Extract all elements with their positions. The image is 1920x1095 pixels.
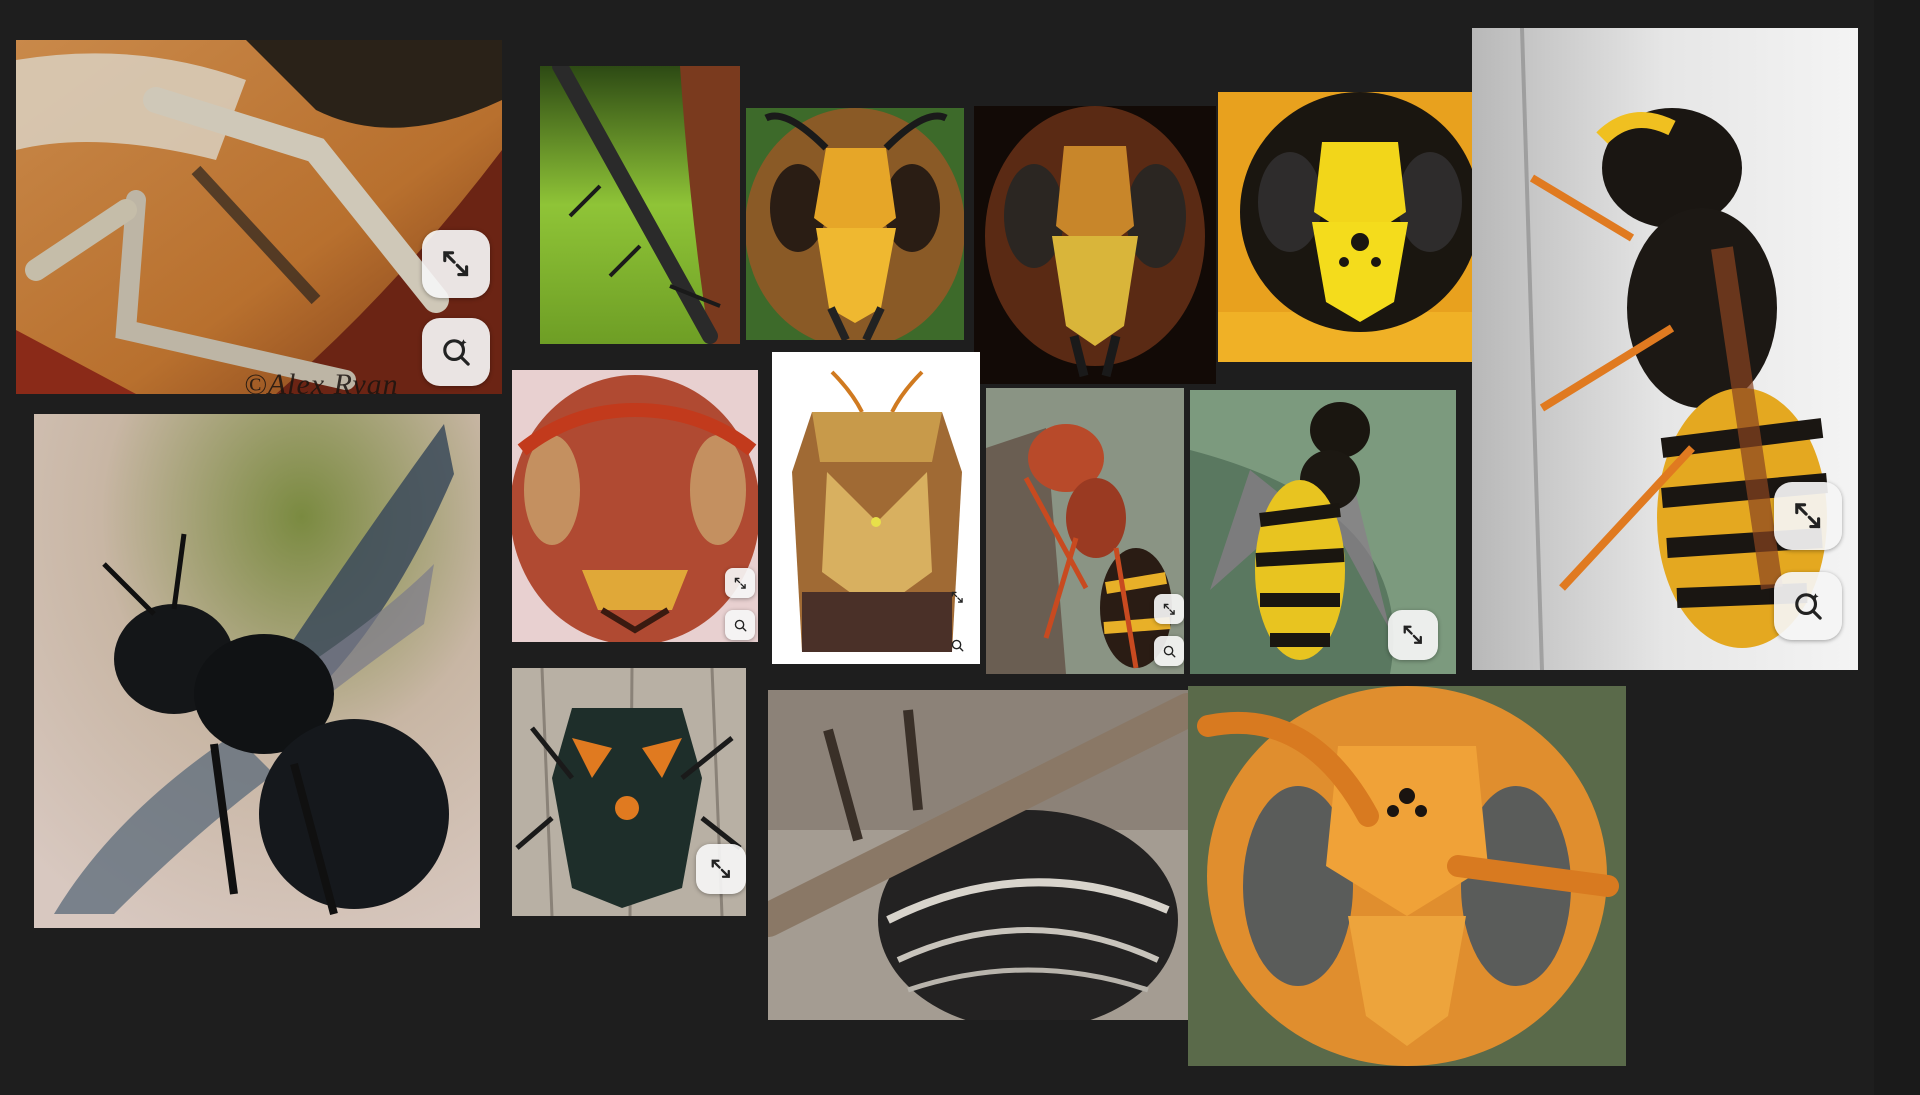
gallery-image-giant-hornet[interactable] [1188, 686, 1626, 1066]
expand-button[interactable] [1388, 610, 1438, 660]
gallery-image-yellowjacket-wall[interactable] [1472, 28, 1858, 670]
expand-icon [951, 591, 963, 603]
expand-button[interactable] [1154, 594, 1184, 624]
visual-search-icon [951, 639, 964, 652]
yellowjacket-face-image [1218, 92, 1502, 362]
shield-bug-image [772, 352, 980, 664]
expand-button[interactable] [1774, 482, 1842, 550]
expand-button[interactable] [942, 582, 972, 612]
gallery-image-paper-wasp[interactable] [986, 388, 1184, 674]
giant-hornet-image [1188, 686, 1626, 1066]
scrollbar-track[interactable] [1874, 0, 1920, 1095]
photographer-watermark: ©Alex Ryan [244, 368, 399, 394]
expand-icon [1795, 503, 1821, 529]
expand-icon [711, 859, 731, 879]
hornet-face-image [746, 108, 964, 340]
paper-wasp-image [986, 388, 1184, 674]
visual-search-button[interactable] [422, 318, 490, 386]
hornet-face-dark-image [974, 106, 1216, 384]
insect-leg-image [540, 66, 740, 344]
expand-button[interactable] [422, 230, 490, 298]
expand-icon [1163, 603, 1175, 615]
bee-abdomen-image [768, 690, 1188, 1020]
gallery-image-carpenter-bee[interactable] [34, 414, 480, 928]
visual-search-button[interactable] [725, 610, 755, 640]
gallery-image-yellowjacket-face[interactable] [1218, 92, 1502, 362]
expand-icon [1403, 625, 1423, 645]
visual-search-icon [1163, 645, 1176, 658]
image-gallery: ©Alex Ryan [0, 0, 1920, 1095]
expand-button[interactable] [696, 844, 746, 894]
gallery-image-bee-abdomen[interactable] [768, 690, 1188, 1020]
visual-search-button[interactable] [942, 630, 972, 660]
gallery-image-red-wasp[interactable] [512, 370, 758, 642]
gallery-image-insect-leg[interactable] [540, 66, 740, 344]
expand-button[interactable] [725, 568, 755, 598]
red-wasp-image [512, 370, 758, 642]
visual-search-icon [443, 339, 471, 367]
carpenter-bee-image [34, 414, 480, 928]
gallery-image-hornet-face[interactable] [746, 108, 964, 340]
visual-search-button[interactable] [1154, 636, 1184, 666]
gallery-image-hornet-face-dark[interactable] [974, 106, 1216, 384]
gallery-image-stink-bug[interactable] [512, 668, 746, 916]
visual-search-icon [734, 619, 747, 632]
gallery-image-yellowjacket-leaf[interactable] [1190, 390, 1456, 674]
gallery-image-shield-bug[interactable] [772, 352, 980, 664]
visual-search-icon [1795, 593, 1823, 621]
visual-search-button[interactable] [1774, 572, 1842, 640]
expand-icon [734, 577, 746, 589]
expand-icon [443, 251, 469, 277]
gallery-image-spider-leg[interactable]: ©Alex Ryan [16, 40, 502, 394]
